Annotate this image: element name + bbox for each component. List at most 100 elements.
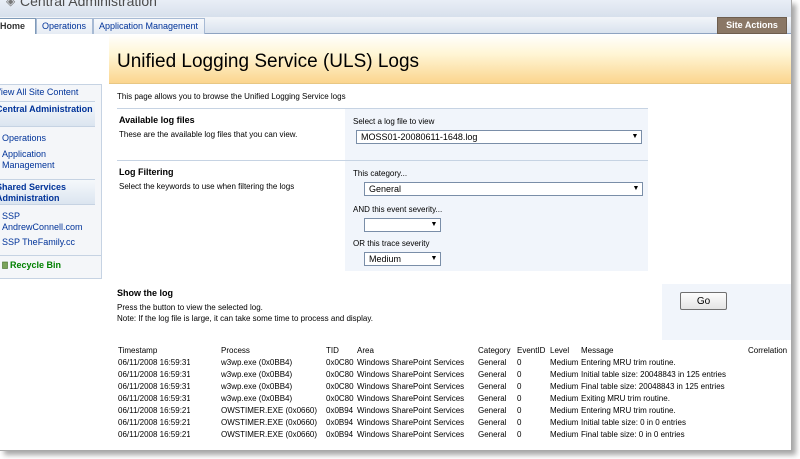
tab-operations[interactable]: Operations bbox=[36, 18, 93, 34]
go-button-area: Go bbox=[662, 284, 791, 340]
cell-message: Final table size: 20048843 in 125 entrie… bbox=[581, 382, 725, 391]
cell-eventid: 0 bbox=[517, 406, 522, 415]
cell-category: General bbox=[478, 358, 507, 367]
cell-eventid: 0 bbox=[517, 358, 522, 367]
site-icon: ◈ bbox=[6, 0, 16, 8]
section-fields: Select a log file to view MOSS01-2008061… bbox=[345, 109, 648, 161]
cell-timestamp: 06/11/2008 16:59:21.69 bbox=[118, 406, 190, 415]
site-actions-menu[interactable]: Site Actions bbox=[717, 17, 787, 34]
title-area: Unified Logging Service (ULS) Logs bbox=[109, 34, 791, 84]
tab-application-management[interactable]: Application Management bbox=[93, 18, 205, 34]
cell-level: Medium bbox=[550, 406, 579, 415]
event-severity-select[interactable]: ▼ bbox=[364, 218, 441, 232]
cell-tid: 0x0B94 bbox=[326, 430, 354, 439]
cell-category: General bbox=[478, 418, 507, 427]
log-file-select[interactable]: MOSS01-20080611-1648.log ▼ bbox=[356, 130, 642, 144]
section-title: Show the log bbox=[117, 288, 173, 298]
leftnav-operations[interactable]: Operations bbox=[2, 133, 46, 144]
trace-severity-select-value: Medium bbox=[369, 254, 402, 264]
recycle-bin-label: Recycle Bin bbox=[10, 260, 62, 270]
recycle-bin-icon bbox=[2, 261, 8, 269]
col-eventid: EventID bbox=[517, 346, 546, 355]
section-title: Log Filtering bbox=[119, 167, 174, 177]
browser-page: ◈ Central Administration Home Operations… bbox=[0, 0, 792, 451]
col-timestamp: Timestamp bbox=[118, 346, 158, 355]
cell-category: General bbox=[478, 382, 507, 391]
event-severity-label: AND this event severity... bbox=[353, 205, 443, 214]
cell-process: w3wp.exe (0x0BB4) bbox=[221, 394, 293, 403]
cell-category: General bbox=[478, 370, 507, 379]
cell-eventid: 0 bbox=[517, 370, 522, 379]
col-area: Area bbox=[357, 346, 374, 355]
cell-process: w3wp.exe (0x0BB4) bbox=[221, 358, 293, 367]
cell-area: Windows SharePoint Services bbox=[357, 358, 465, 367]
cell-tid: 0x0C80 bbox=[326, 358, 354, 367]
leftnav-divider bbox=[0, 255, 101, 256]
cell-timestamp: 06/11/2008 16:59:31.19 bbox=[118, 382, 190, 391]
cell-area: Windows SharePoint Services bbox=[357, 430, 465, 439]
view-all-site-content-link[interactable]: View All Site Content bbox=[0, 87, 78, 98]
col-correlation: Correlation bbox=[748, 346, 788, 355]
site-title[interactable]: Central Administration bbox=[20, 0, 157, 9]
col-category: Category bbox=[478, 346, 511, 355]
trace-severity-select[interactable]: Medium ▼ bbox=[364, 252, 441, 266]
section-description: Select the keywords to use when filterin… bbox=[119, 182, 295, 191]
cell-area: Windows SharePoint Services bbox=[357, 406, 465, 415]
top-navigation: Home Operations Application Management bbox=[0, 17, 791, 34]
cell-timestamp: 06/11/2008 16:59:21.69 bbox=[118, 418, 190, 427]
go-button[interactable]: Go bbox=[680, 292, 727, 310]
cell-area: Windows SharePoint Services bbox=[357, 382, 465, 391]
cell-category: General bbox=[478, 406, 507, 415]
leftnav-ssp-andrewconnell[interactable]: SSP AndrewConnell.com bbox=[2, 211, 92, 233]
col-message: Message bbox=[581, 346, 614, 355]
log-file-select-value: MOSS01-20080611-1648.log bbox=[361, 132, 478, 142]
cell-process: w3wp.exe (0x0BB4) bbox=[221, 370, 293, 379]
log-file-label: Select a log file to view bbox=[353, 117, 435, 126]
cell-level: Medium bbox=[550, 358, 579, 367]
cell-level: Medium bbox=[550, 430, 579, 439]
category-select[interactable]: General ▼ bbox=[364, 182, 643, 196]
trace-severity-label: OR this trace severity bbox=[353, 239, 430, 248]
chevron-down-icon[interactable]: ▼ bbox=[630, 183, 642, 195]
left-navigation: View All Site Content Central Administra… bbox=[0, 84, 102, 279]
leftnav-header-shared-services[interactable]: Shared Services Administration bbox=[0, 179, 95, 205]
cell-message: Initial table size: 20048843 in 125 entr… bbox=[581, 370, 726, 379]
cell-eventid: 0 bbox=[517, 418, 522, 427]
cell-message: Entering MRU trim routine. bbox=[581, 406, 676, 415]
section-log-filtering: Log Filtering Select the keywords to use… bbox=[117, 160, 648, 271]
category-select-value: General bbox=[369, 184, 402, 194]
cell-message: Entering MRU trim routine. bbox=[581, 358, 676, 367]
cell-tid: 0x0C80 bbox=[326, 394, 354, 403]
cell-message: Exiting MRU trim routine. bbox=[581, 394, 670, 403]
cell-message: Final table size: 0 in 0 entries bbox=[581, 430, 685, 439]
cell-process: w3wp.exe (0x0BB4) bbox=[221, 382, 293, 391]
tab-home[interactable]: Home bbox=[0, 18, 36, 34]
section-description: These are the available log files that y… bbox=[119, 130, 298, 139]
chevron-down-icon[interactable]: ▼ bbox=[629, 131, 641, 143]
cell-tid: 0x0B94 bbox=[326, 406, 354, 415]
cell-category: General bbox=[478, 394, 507, 403]
page-title: Unified Logging Service (ULS) Logs bbox=[117, 51, 420, 72]
cell-level: Medium bbox=[550, 382, 579, 391]
cell-eventid: 0 bbox=[517, 382, 522, 391]
chevron-down-icon[interactable]: ▼ bbox=[428, 219, 440, 231]
leftnav-header-central-admin[interactable]: Central Administration bbox=[0, 101, 95, 127]
section-available-log-files: Available log files These are the availa… bbox=[117, 108, 648, 161]
leftnav-application-management[interactable]: Application Management bbox=[2, 149, 62, 171]
category-label: This category... bbox=[353, 169, 408, 178]
cell-level: Medium bbox=[550, 418, 579, 427]
cell-eventid: 0 bbox=[517, 430, 522, 439]
recycle-bin-link[interactable]: Recycle Bin bbox=[2, 260, 61, 270]
cell-timestamp: 06/11/2008 16:59:21.69 bbox=[118, 430, 190, 439]
cell-level: Medium bbox=[550, 370, 579, 379]
cell-tid: 0x0B94 bbox=[326, 418, 354, 427]
cell-process: OWSTIMER.EXE (0x0660) bbox=[221, 418, 318, 427]
cell-category: General bbox=[478, 430, 507, 439]
chevron-down-icon[interactable]: ▼ bbox=[428, 253, 440, 265]
cell-process: OWSTIMER.EXE (0x0660) bbox=[221, 406, 318, 415]
col-level: Level bbox=[550, 346, 570, 355]
section-description: Press the button to view the selected lo… bbox=[117, 302, 373, 324]
leftnav-ssp-thefamily[interactable]: SSP TheFamily.cc bbox=[2, 237, 75, 248]
cell-eventid: 0 bbox=[517, 394, 522, 403]
cell-process: OWSTIMER.EXE (0x0660) bbox=[221, 430, 318, 439]
